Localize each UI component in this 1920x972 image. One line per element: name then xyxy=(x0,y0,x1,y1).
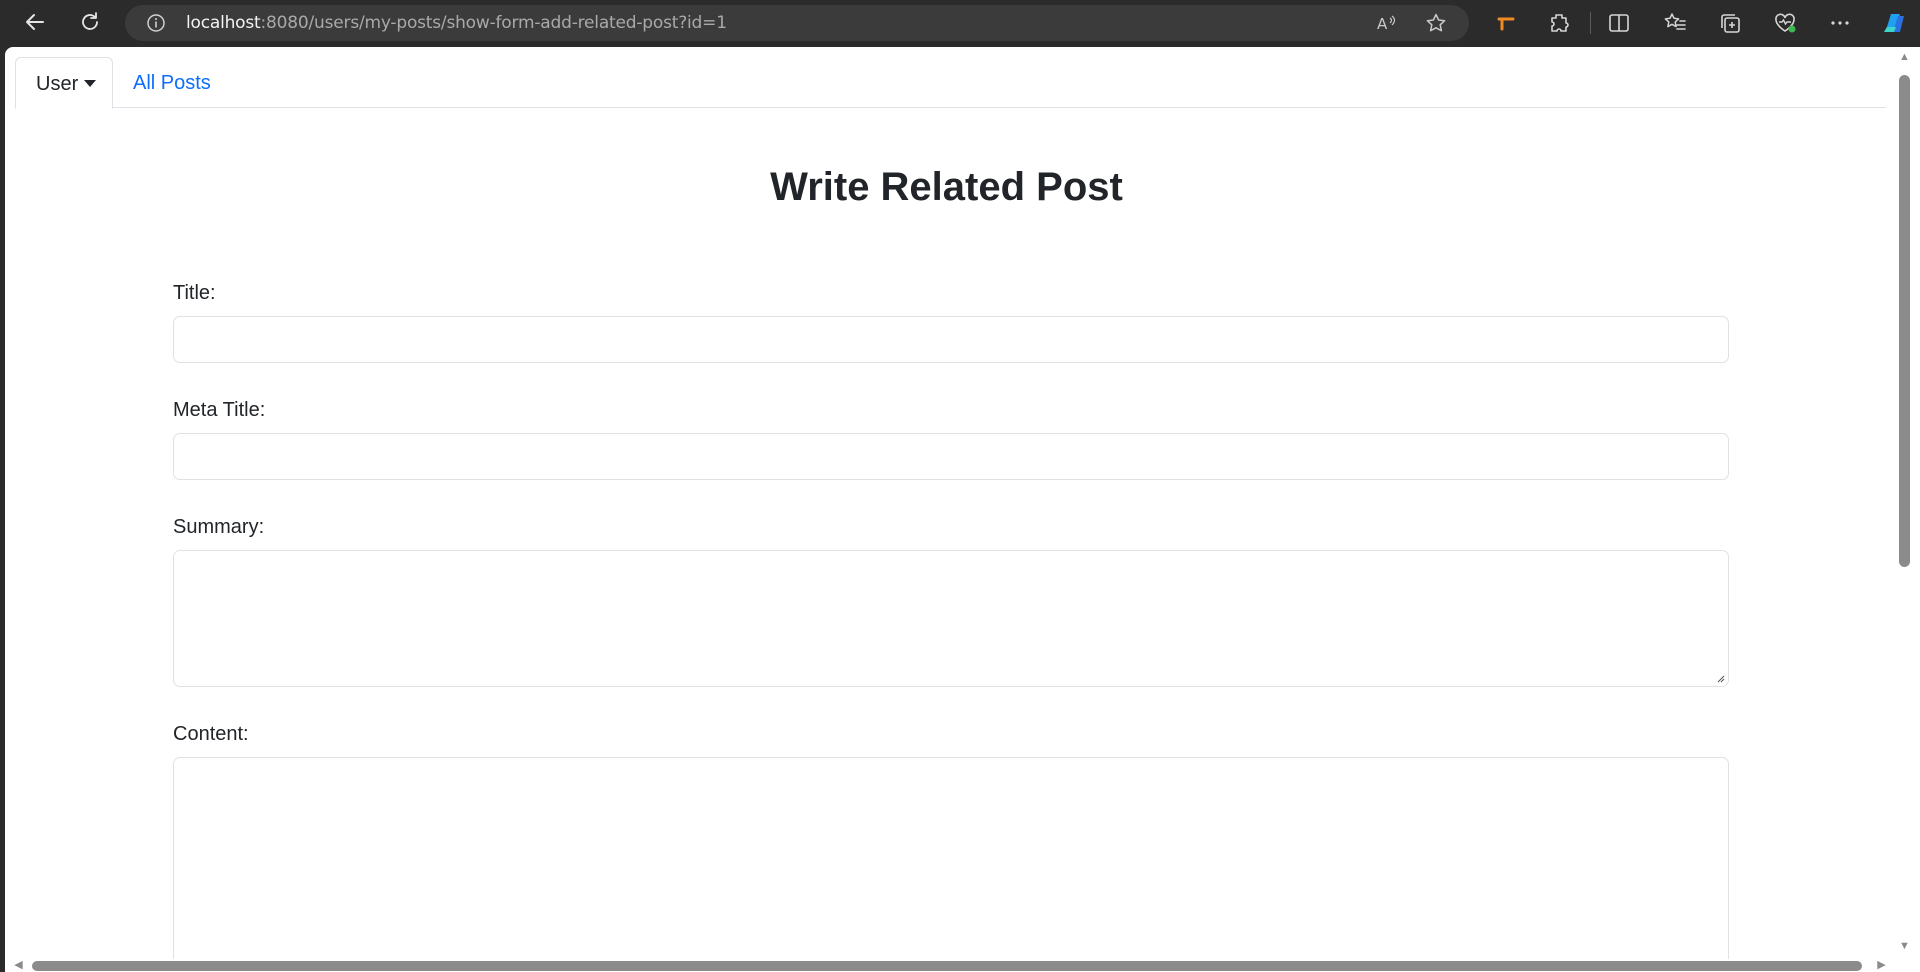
info-icon[interactable] xyxy=(146,13,166,33)
extension-orange-icon[interactable] xyxy=(1494,11,1518,35)
content-textarea[interactable] xyxy=(173,757,1729,959)
summary-label: Summary: xyxy=(173,516,265,538)
page-content: User All Posts Write Related Post Title:… xyxy=(5,47,1888,959)
meta-title-input[interactable] xyxy=(173,433,1729,480)
back-icon xyxy=(26,14,44,30)
favorites-icon[interactable] xyxy=(1663,11,1687,35)
url-text[interactable]: localhost:8080/users/my-posts/show-form-… xyxy=(186,5,727,41)
content-label: Content: xyxy=(173,723,249,745)
scroll-down-icon[interactable]: ▼ xyxy=(1898,940,1911,953)
back-button[interactable] xyxy=(17,4,53,40)
extensions-puzzle-icon[interactable] xyxy=(1547,11,1571,35)
tab-all-posts[interactable]: All Posts xyxy=(133,57,211,109)
caret-down-icon xyxy=(84,80,97,87)
url-path: :8080/users/my-posts/show-form-add-relat… xyxy=(260,13,727,33)
tab-user-dropdown[interactable]: User xyxy=(15,57,113,109)
refresh-button[interactable] xyxy=(72,4,108,40)
summary-textarea[interactable] xyxy=(173,550,1729,687)
split-screen-icon[interactable] xyxy=(1607,11,1631,35)
svg-text:A: A xyxy=(1377,15,1388,33)
favorite-star-icon[interactable] xyxy=(1425,12,1447,34)
resize-handle-icon[interactable] xyxy=(1715,673,1725,683)
address-bar[interactable]: localhost:8080/users/my-posts/show-form-… xyxy=(125,5,1469,41)
collections-icon[interactable] xyxy=(1718,11,1742,35)
page-title: Write Related Post xyxy=(770,165,1123,209)
more-icon[interactable] xyxy=(1828,11,1852,35)
tab-user-label: User xyxy=(36,73,79,95)
horizontal-scroll-thumb[interactable] xyxy=(32,961,1862,971)
vertical-scrollbar[interactable]: ▲ ▼ xyxy=(1888,47,1920,959)
read-aloud-icon[interactable]: A xyxy=(1375,12,1397,34)
scroll-up-icon[interactable]: ▲ xyxy=(1898,51,1911,64)
scroll-right-icon[interactable]: ▶ xyxy=(1875,959,1888,972)
copilot-icon[interactable] xyxy=(1880,8,1910,38)
meta-title-label: Meta Title: xyxy=(173,399,266,421)
scrollbar-corner xyxy=(1888,959,1920,972)
url-host: localhost xyxy=(186,13,261,33)
title-input[interactable] xyxy=(173,316,1729,363)
toolbar-separator xyxy=(1590,12,1591,34)
vertical-scroll-thumb[interactable] xyxy=(1899,75,1910,567)
title-label: Title: xyxy=(173,282,216,304)
browser-essentials-icon[interactable] xyxy=(1773,11,1797,35)
horizontal-scrollbar[interactable]: ◀ ▶ xyxy=(5,959,1888,972)
browser-toolbar: localhost:8080/users/my-posts/show-form-… xyxy=(0,0,1920,46)
nav-tabs: User All Posts xyxy=(15,57,1886,109)
scroll-left-icon[interactable]: ◀ xyxy=(12,959,25,972)
refresh-icon xyxy=(82,12,98,30)
